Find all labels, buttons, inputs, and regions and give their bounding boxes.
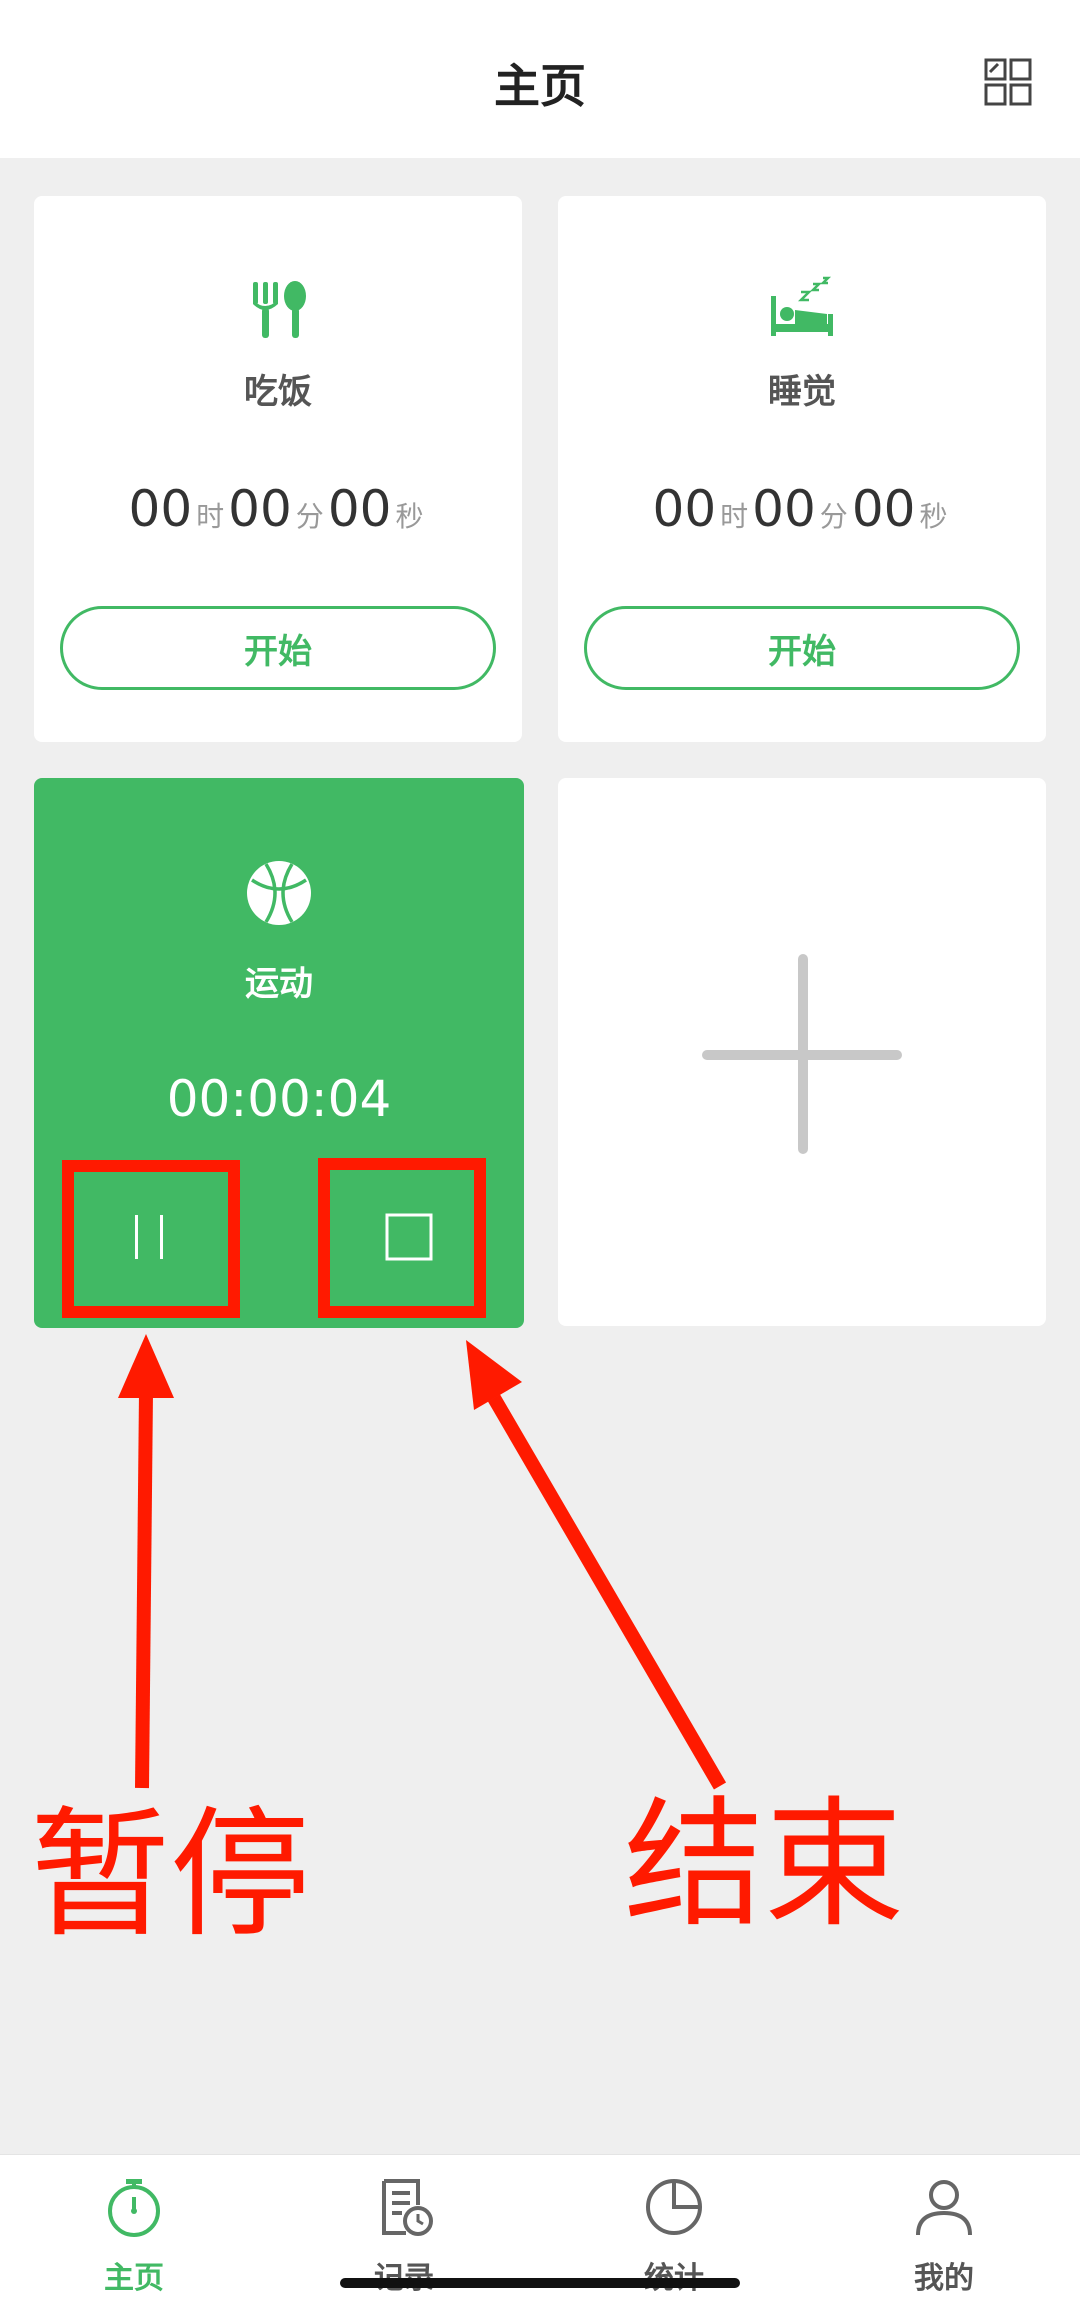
user-icon: [916, 2180, 972, 2236]
nav-label: 记录: [304, 2253, 504, 2297]
nav-label: 我的: [914, 2261, 974, 2296]
nav-item-profile[interactable]: 我的: [844, 2155, 1044, 2310]
nav-item-home[interactable]: 主页: [34, 2155, 234, 2310]
pause-arrow: [118, 1334, 174, 1789]
home-indicator[interactable]: [340, 2278, 740, 2288]
stop-annotation-label: 结束: [624, 1784, 905, 1947]
nav-label: 主页: [104, 2261, 164, 2296]
record-doc-icon: [382, 2179, 433, 2236]
stopwatch-icon: [108, 2179, 160, 2237]
nav-label: 统计: [574, 2253, 774, 2297]
pause-annotation-label: 暂停: [30, 1794, 311, 1957]
pie-chart-icon: [646, 2179, 702, 2235]
annotation-arrows: [118, 1334, 727, 1790]
stop-arrow: [466, 1340, 727, 1790]
